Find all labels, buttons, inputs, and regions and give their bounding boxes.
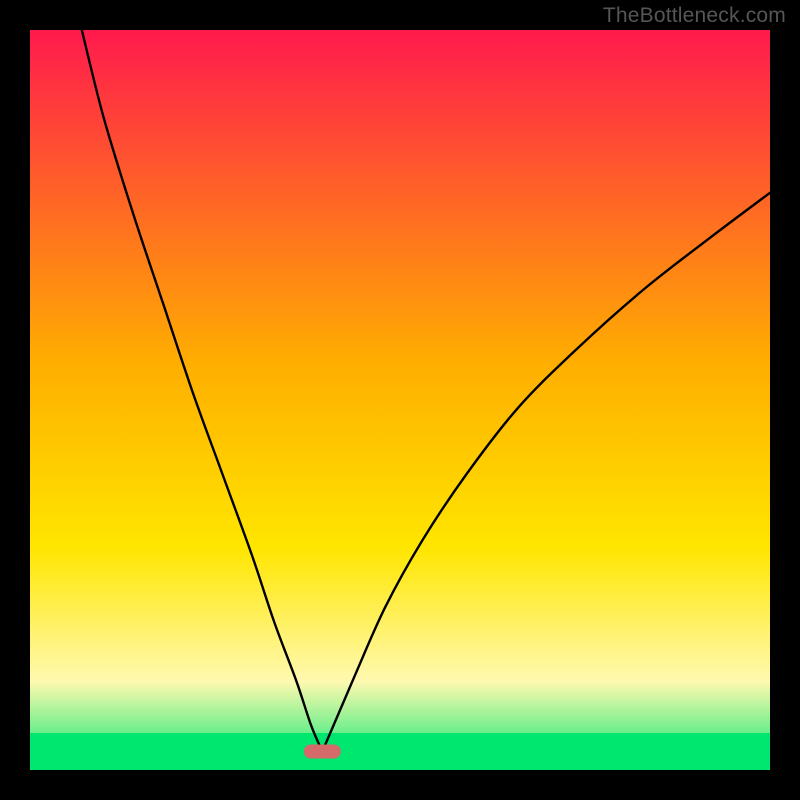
chart-svg (30, 30, 770, 770)
plot-area (30, 30, 770, 770)
bottleneck-marker (304, 745, 341, 759)
watermark-text: TheBottleneck.com (603, 4, 786, 28)
chart-frame: TheBottleneck.com (0, 0, 800, 800)
green-band (30, 733, 770, 770)
gradient-background (30, 30, 770, 770)
